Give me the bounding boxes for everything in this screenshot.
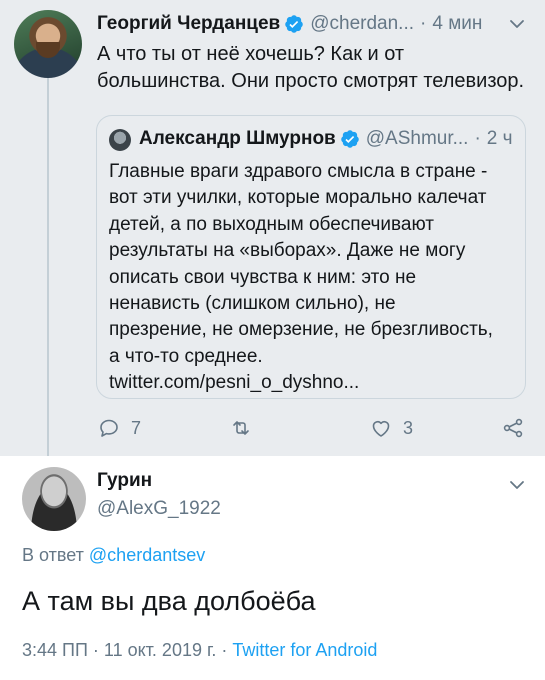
source-link[interactable]: Twitter for Android (232, 640, 377, 660)
reply-to-link[interactable]: @cherdantsev (89, 545, 205, 565)
quoted-author-handle[interactable]: @AShmur... (366, 128, 469, 150)
separator-dot: · (474, 128, 481, 149)
author-name[interactable]: Гурин (97, 470, 152, 492)
quoted-text-line: а что-то среднее. (109, 345, 263, 367)
reply-prefix: В ответ (22, 545, 84, 565)
tweet-text-line: большинства. Они просто смотрят телевизо… (97, 70, 525, 92)
quoted-tweet-text: Главные враги здравого смысла в стране -… (109, 159, 519, 397)
like-icon (372, 421, 390, 437)
reply-context: В ответ @cherdantsev (22, 545, 205, 566)
tweet-text: А там вы два долбоёба (22, 586, 316, 616)
retweet-button[interactable] (229, 416, 253, 440)
quoted-text-line: результаты на «выборах». Даже не могу (109, 240, 466, 262)
tweet-header: Георгий Черданцев @cherdan... · 4 мин (97, 11, 482, 37)
tweet-actions: 7 3 (97, 416, 527, 444)
separator-dot: · (420, 13, 427, 34)
like-button[interactable]: 3 (369, 416, 413, 440)
tweet-meta: 3:44 ПП · 11 окт. 2019 г. · Twitter for … (22, 640, 377, 661)
quoted-text-line: детей, а по выходным обеспечивают (109, 213, 435, 235)
quoted-author-name[interactable]: Александр Шмурнов (139, 128, 336, 150)
quoted-text-line: презрение, не омерзение, не брезгливость… (109, 319, 493, 341)
share-button[interactable] (501, 416, 525, 440)
timestamp[interactable]: 3:44 ПП · 11 окт. 2019 г. · (22, 640, 227, 660)
tweet-text: А что ты от неё хочешь? Как и от большин… (97, 41, 527, 95)
share-icon (503, 418, 523, 438)
quoted-text-line: Главные враги здравого смысла в стране - (109, 161, 488, 182)
quoted-link[interactable]: twitter.com/pesni_o_dyshno... (109, 370, 519, 396)
thread-line (47, 70, 49, 456)
avatar[interactable] (22, 467, 86, 531)
verified-badge-icon (285, 15, 303, 33)
quoted-tweet-time[interactable]: 2 ч (487, 128, 513, 150)
verified-badge-icon (340, 130, 359, 148)
avatar[interactable] (14, 10, 82, 78)
chevron-down-icon[interactable] (507, 14, 527, 34)
like-count: 3 (403, 417, 414, 438)
quoted-text-line: вот эти училки, которые морально калечат (109, 187, 487, 209)
author-handle[interactable]: @cherdan... (310, 13, 414, 35)
quoted-avatar[interactable] (109, 129, 131, 151)
author-name[interactable]: Георгий Черданцев (97, 13, 280, 35)
original-tweet[interactable]: Георгий Черданцев @cherdan... · 4 мин А … (0, 0, 545, 456)
retweet-icon (233, 421, 249, 435)
reply-icon (100, 419, 118, 437)
tweet-time[interactable]: 4 мин (432, 13, 482, 35)
quoted-tweet[interactable]: Александр Шмурнов @AShmur... · 2 ч Главн… (96, 115, 526, 399)
author-handle[interactable]: @AlexG_1922 (97, 498, 221, 520)
reply-button[interactable]: 7 (97, 416, 141, 440)
quoted-text-line: описать свои чувства к ним: это не (109, 266, 417, 288)
reply-count: 7 (131, 417, 142, 438)
quoted-tweet-header: Александр Шмурнов @AShmur... · 2 ч (139, 126, 513, 152)
quoted-text-line: ненависть (слишком сильно), не (109, 293, 396, 315)
tweet-text-line: А что ты от неё хочешь? Как и от (97, 43, 405, 65)
reply-tweet[interactable]: Гурин @AlexG_1922 В ответ @cherdantsev А… (0, 456, 545, 680)
chevron-down-icon[interactable] (507, 475, 527, 495)
